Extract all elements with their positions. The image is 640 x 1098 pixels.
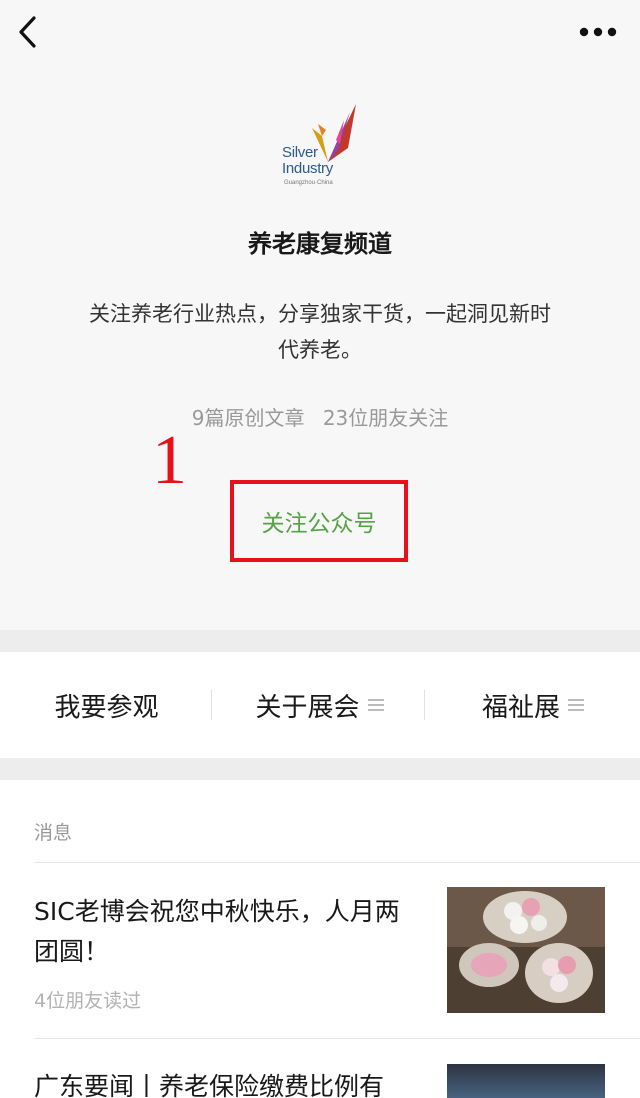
account-stats: 9篇原创文章 23位朋友关注	[0, 402, 640, 431]
menu-item-label: 关于展会	[255, 692, 360, 723]
article-read-count: 4位朋友读过	[34, 990, 142, 1012]
account-menu-bar: 我要参观 关于展会 福祉展	[0, 652, 640, 758]
article-thumbnail	[447, 887, 605, 1013]
article-title: 广东要闻丨养老保险缴费比例有	[34, 1072, 385, 1098]
original-articles-count: 9篇原创文章	[191, 406, 305, 430]
article-title: SIC老博会祝您中秋快乐，人月两团圆！	[34, 897, 400, 966]
messages-section-title: 消息	[34, 822, 73, 844]
annotation-number: 1	[152, 422, 187, 499]
logo-text-industry: Industry	[282, 160, 333, 177]
more-button[interactable]	[574, 18, 622, 46]
chevron-left-icon	[19, 16, 36, 48]
menu-divider	[424, 690, 425, 720]
profile-header: Silver Industry Guangzhou·China 养老康复频道 关…	[0, 0, 640, 630]
logo-text-location: Guangzhou·China	[284, 180, 333, 186]
submenu-list-icon	[568, 696, 584, 714]
article-thumbnail	[447, 1064, 605, 1098]
submenu-list-icon	[367, 696, 384, 714]
menu-item-label: 我要参观	[54, 692, 159, 723]
menu-divider	[211, 690, 212, 720]
followers-count: 23位朋友关注	[322, 406, 449, 430]
menu-item-about-expo[interactable]: 关于展会	[213, 652, 426, 758]
menu-item-visit[interactable]: 我要参观	[0, 652, 213, 758]
menu-item-welfare-expo[interactable]: 福祉展	[426, 652, 640, 758]
logo-text-silver: Silver	[282, 144, 318, 161]
account-description: 关注养老行业热点，分享独家干货，一起洞见新时代养老。	[89, 302, 551, 362]
follow-button[interactable]: 关注公众号	[230, 480, 408, 562]
back-button[interactable]	[14, 14, 44, 50]
messages-section: 消息 SIC老博会祝您中秋快乐，人月两团圆！ 4位朋友读过 广东要闻丨养老保险缴…	[0, 780, 640, 1098]
divider	[34, 1038, 640, 1039]
account-name: 养老康复频道	[248, 230, 392, 258]
mooncake-photo-icon	[447, 887, 605, 1013]
menu-item-label: 福祉展	[481, 692, 560, 723]
more-dots-icon	[579, 27, 617, 37]
account-logo: Silver Industry Guangzhou·China	[278, 100, 362, 192]
divider	[34, 862, 640, 863]
